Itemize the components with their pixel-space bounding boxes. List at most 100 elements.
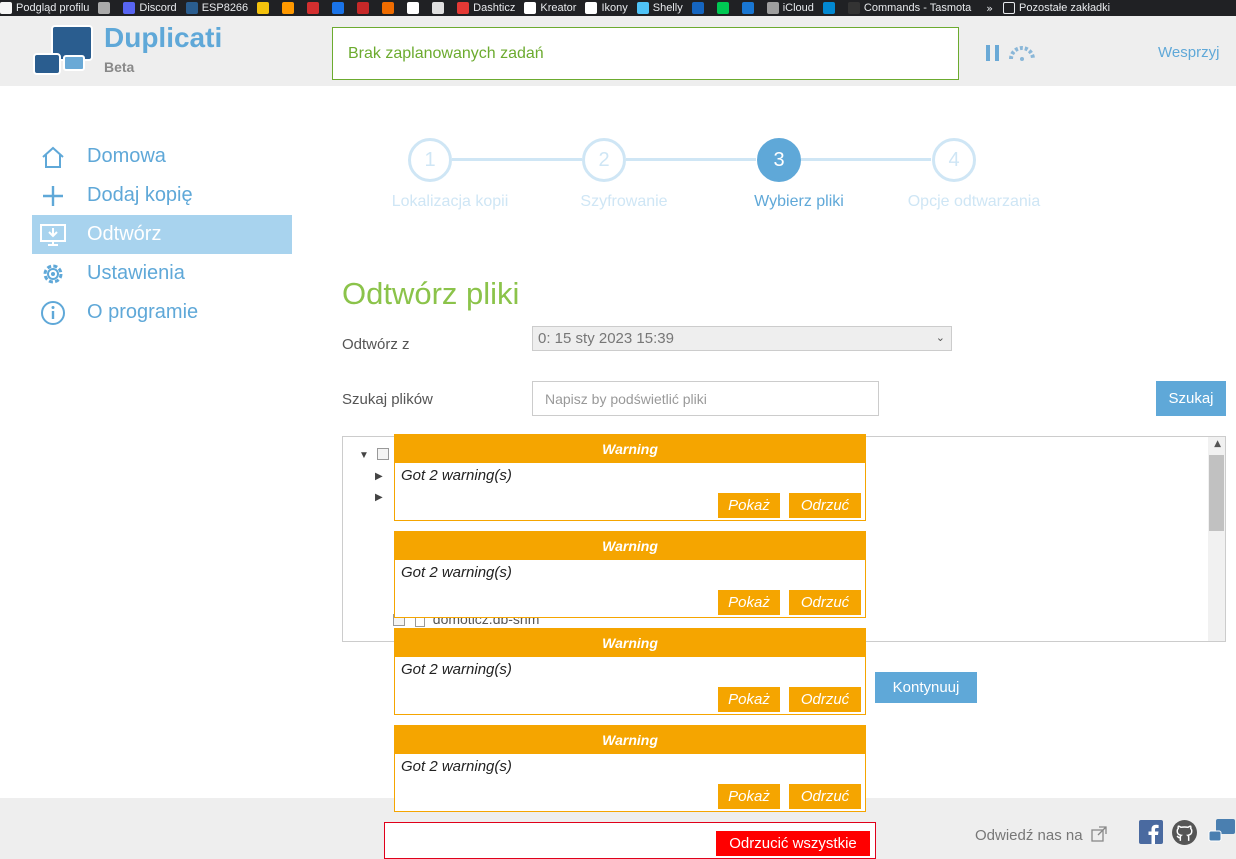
scrollbar[interactable]: ▲	[1208, 437, 1225, 641]
search-input[interactable]: Napisz by podświetlić pliki	[532, 381, 879, 416]
step-connector	[452, 158, 582, 161]
bookmark-item[interactable]	[822, 2, 839, 14]
bookmark-icon	[98, 2, 111, 14]
dismiss-button[interactable]: Odrzuć	[789, 784, 861, 809]
bookmark-item[interactable]	[716, 2, 733, 14]
bookmark-icon	[847, 2, 860, 14]
search-button[interactable]: Szukaj	[1156, 381, 1226, 416]
restore-from-label: Odtwórz z	[342, 336, 410, 353]
step-label[interactable]: Opcje odtwarzania	[874, 193, 1074, 211]
restore-icon	[40, 222, 66, 248]
home-icon	[40, 144, 66, 170]
bookmark-item[interactable]	[357, 2, 373, 14]
bookmark-icon	[716, 2, 729, 14]
bookmark-icon	[407, 2, 420, 14]
bookmark-item[interactable]	[282, 2, 298, 14]
bookmark-item[interactable]: Discord	[123, 2, 177, 14]
duplicati-logo[interactable]	[33, 25, 97, 79]
search-label: Szukaj plików	[342, 391, 433, 408]
bookmark-icon	[382, 2, 395, 14]
pause-icon[interactable]	[986, 45, 1000, 61]
sidebar-item-about[interactable]: O programie	[32, 293, 292, 332]
bookmarks-bar: Podgląd profilu Discord ESP8266 Dashticz Kre…	[0, 0, 1236, 16]
bookmark-item[interactable]	[407, 2, 423, 14]
bookmark-label: ESP8266	[201, 2, 249, 14]
bookmark-item[interactable]	[332, 2, 348, 14]
step-label[interactable]: Lokalizacja kopii	[350, 193, 550, 211]
warning-title: Warning	[395, 629, 865, 657]
dismiss-button[interactable]: Odrzuć	[789, 590, 861, 615]
bookmark-item[interactable]: Commands - Tasmota	[847, 2, 971, 14]
expand-icon[interactable]: ▶	[375, 471, 383, 482]
dismiss-button[interactable]: Odrzuć	[789, 687, 861, 712]
throttle-icon[interactable]	[1008, 43, 1036, 61]
bookmark-item[interactable]	[432, 2, 448, 14]
step-1[interactable]: 1	[408, 138, 452, 182]
bookmark-icon	[524, 2, 537, 14]
search-button-label: Szukaj	[1168, 390, 1214, 407]
bookmark-item[interactable]: iCloud	[766, 2, 814, 14]
bookmark-item[interactable]	[741, 2, 758, 14]
dismiss-button[interactable]: Odrzuć	[789, 493, 861, 518]
bookmark-icon	[636, 2, 649, 14]
bookmark-label: Podgląd profilu	[16, 2, 90, 14]
restore-version-value: 0: 15 sty 2023 15:39	[538, 330, 674, 347]
tree-row[interactable]: ▶	[375, 487, 383, 503]
restore-version-select[interactable]: 0: 15 sty 2023 15:39 ⌄	[532, 326, 952, 351]
scroll-up-icon[interactable]: ▲	[1214, 439, 1221, 449]
warning-message: Got 2 warning(s)	[401, 758, 512, 775]
sidebar-item-label: Odtwórz	[87, 223, 162, 245]
show-button[interactable]: Pokaż	[718, 784, 780, 809]
bookmark-item[interactable]: Ikony	[585, 2, 628, 14]
bookmark-label: Kreator	[540, 2, 577, 14]
continue-button-label: Kontynuuj	[892, 679, 960, 696]
facebook-icon[interactable]	[1139, 820, 1163, 844]
warning-popup: Warning Got 2 warning(s) Pokaż Odrzuć	[394, 725, 866, 812]
bookmark-item[interactable]: Podgląd profilu	[0, 2, 89, 14]
expand-icon[interactable]: ▼	[359, 450, 369, 461]
step-connector	[626, 158, 756, 161]
scrollbar-thumb[interactable]	[1209, 455, 1224, 531]
show-button[interactable]: Pokaż	[718, 687, 780, 712]
bookmark-item[interactable]: Shelly	[636, 2, 683, 14]
github-icon[interactable]	[1172, 820, 1197, 845]
bookmark-item[interactable]	[307, 2, 323, 14]
app-name: Duplicati	[104, 22, 223, 53]
sidebar-item-add-backup[interactable]: Dodaj kopię	[32, 176, 292, 215]
show-button[interactable]: Pokaż	[718, 590, 780, 615]
continue-button[interactable]: Kontynuuj	[875, 672, 977, 703]
dismiss-all-button[interactable]: Odrzucić wszystkie	[716, 831, 870, 856]
bookmark-item[interactable]: Dashticz	[457, 2, 515, 14]
sidebar-item-restore[interactable]: Odtwórz	[32, 215, 292, 254]
sidebar-item-settings[interactable]: Ustawienia	[32, 254, 292, 293]
bookmark-item[interactable]	[98, 2, 114, 14]
tree-row[interactable]: ▶	[375, 466, 383, 482]
visit-us[interactable]: Odwiedź nas na	[975, 826, 1107, 844]
page-title: Odtwórz pliki	[342, 276, 520, 311]
expand-icon[interactable]: ▶	[375, 492, 383, 503]
step-number: 1	[424, 148, 436, 171]
bookmark-label: Dashticz	[473, 2, 516, 14]
bookmark-item[interactable]: Kreator	[524, 2, 576, 14]
duplicati-footer-icon[interactable]	[1208, 818, 1236, 844]
bookmarks-more-icon[interactable]: »	[986, 2, 993, 15]
bookmark-item[interactable]	[257, 2, 273, 14]
bookmark-item[interactable]: ESP8266	[185, 2, 249, 14]
other-bookmarks[interactable]: Pozostałe zakładki	[1003, 2, 1110, 14]
bookmark-icon	[282, 2, 295, 14]
bookmark-item[interactable]	[382, 2, 398, 14]
step-label[interactable]: Szyfrowanie	[524, 193, 724, 211]
show-button[interactable]: Pokaż	[718, 493, 780, 518]
bookmark-item[interactable]	[691, 2, 708, 14]
checkbox[interactable]	[376, 448, 389, 461]
step-2[interactable]: 2	[582, 138, 626, 182]
bookmark-icon	[457, 2, 470, 14]
step-3[interactable]: 3	[757, 138, 801, 182]
tree-row[interactable]: ▼	[359, 445, 389, 461]
sidebar-item-home[interactable]: Domowa	[32, 137, 292, 176]
step-4[interactable]: 4	[932, 138, 976, 182]
donate-link[interactable]: Wesprzyj	[1158, 44, 1219, 61]
step-label[interactable]: Wybierz pliki	[699, 193, 899, 211]
bookmark-icon	[0, 2, 12, 14]
sidebar-item-label: O programie	[87, 301, 199, 323]
